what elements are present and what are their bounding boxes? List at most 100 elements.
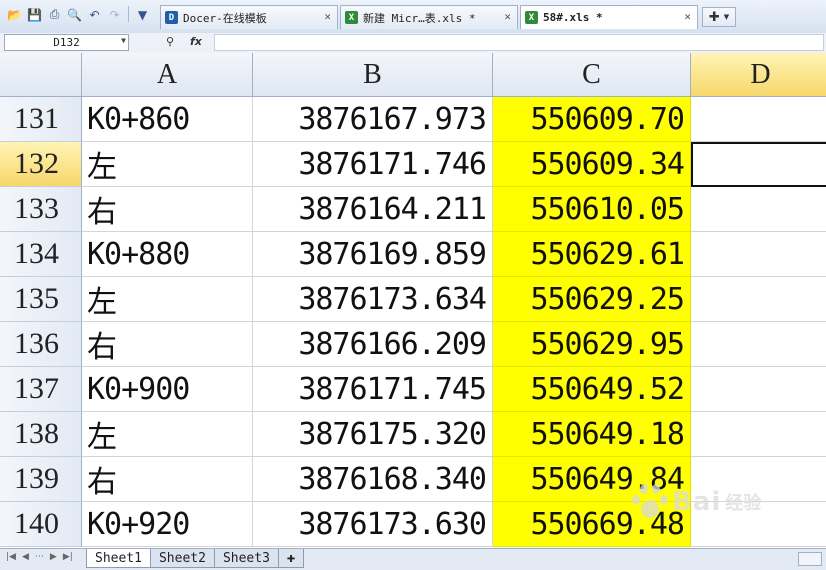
- cell-b135[interactable]: 3876173.634: [253, 277, 493, 322]
- close-icon[interactable]: ✕: [684, 10, 691, 23]
- docer-icon: D: [165, 11, 178, 24]
- cell-d139[interactable]: [691, 457, 826, 502]
- cell-d136[interactable]: [691, 322, 826, 367]
- cell-a138[interactable]: 左: [82, 412, 253, 457]
- cell-c137[interactable]: 550649.52: [493, 367, 691, 412]
- tab-label: Docer-在线模板: [183, 11, 267, 25]
- customize-dropdown-icon[interactable]: ▼: [134, 6, 151, 23]
- print-preview-icon[interactable]: 🔍: [66, 6, 83, 23]
- column-header-d[interactable]: D: [691, 53, 826, 97]
- document-tabs: D Docer-在线模板 ✕ X 新建 Micr…表.xls * ✕ X 58#…: [160, 5, 700, 29]
- cell-a133[interactable]: 右: [82, 187, 253, 232]
- tab-new-workbook[interactable]: X 新建 Micr…表.xls * ✕: [340, 5, 518, 29]
- chevron-down-icon: ▼: [723, 13, 730, 21]
- select-all-corner[interactable]: [0, 53, 82, 97]
- cell-d140[interactable]: [691, 502, 826, 547]
- cell-d132[interactable]: [691, 142, 826, 187]
- sheet-tabs: Sheet1 Sheet2 Sheet3 ✚: [86, 549, 305, 568]
- cell-c135[interactable]: 550629.25: [493, 277, 691, 322]
- cell-d137[interactable]: [691, 367, 826, 412]
- plus-icon: ✚: [286, 550, 296, 566]
- last-sheet-icon[interactable]: ▶|: [63, 552, 73, 562]
- cell-d138[interactable]: [691, 412, 826, 457]
- cell-a131[interactable]: K0+860: [82, 97, 253, 142]
- row-header-138[interactable]: 138: [0, 412, 82, 457]
- cell-b133[interactable]: 3876164.211: [253, 187, 493, 232]
- cell-d135[interactable]: [691, 277, 826, 322]
- row-header-131[interactable]: 131: [0, 97, 82, 142]
- cell-a134[interactable]: K0+880: [82, 232, 253, 277]
- formula-bar: D132 ▼ ⚲ fx: [0, 33, 826, 54]
- cell-b132[interactable]: 3876171.746: [253, 142, 493, 187]
- cell-c139[interactable]: 550649.84: [493, 457, 691, 502]
- horizontal-scrollbar[interactable]: [798, 552, 822, 566]
- cell-c133[interactable]: 550610.05: [493, 187, 691, 232]
- cell-c132[interactable]: 550609.34: [493, 142, 691, 187]
- cell-a136[interactable]: 右: [82, 322, 253, 367]
- row-header-137[interactable]: 137: [0, 367, 82, 412]
- row-header-132[interactable]: 132: [0, 142, 82, 187]
- add-sheet-button[interactable]: ✚: [277, 549, 305, 568]
- cell-a135[interactable]: 左: [82, 277, 253, 322]
- sheet-tab-sheet2[interactable]: Sheet2: [149, 549, 215, 568]
- row-header-135[interactable]: 135: [0, 277, 82, 322]
- next-sheet-icon[interactable]: ▶: [50, 552, 57, 562]
- save-icon[interactable]: 💾: [26, 6, 43, 23]
- cell-b137[interactable]: 3876171.745: [253, 367, 493, 412]
- close-icon[interactable]: ✕: [324, 10, 331, 23]
- chevron-down-icon[interactable]: ▼: [121, 36, 126, 45]
- name-box-value: D132: [53, 36, 80, 49]
- cell-a139[interactable]: 右: [82, 457, 253, 502]
- column-header-b[interactable]: B: [253, 53, 493, 97]
- cell-b131[interactable]: 3876167.973: [253, 97, 493, 142]
- print-icon[interactable]: ⎙: [46, 6, 63, 23]
- column-header-a[interactable]: A: [82, 53, 253, 97]
- cell-c138[interactable]: 550649.18: [493, 412, 691, 457]
- cell-b140[interactable]: 3876173.630: [253, 502, 493, 547]
- new-tab-button[interactable]: ✚ ▼: [702, 7, 736, 27]
- redo-icon[interactable]: ↷: [106, 6, 123, 23]
- zoom-icon[interactable]: ⚲: [166, 35, 174, 48]
- sheet-tab-sheet3[interactable]: Sheet3: [213, 549, 279, 568]
- tab-label: 新建 Micr…表.xls *: [363, 11, 476, 25]
- row-header-139[interactable]: 139: [0, 457, 82, 502]
- cell-c136[interactable]: 550629.95: [493, 322, 691, 367]
- row-header-140[interactable]: 140: [0, 502, 82, 547]
- cell-d134[interactable]: [691, 232, 826, 277]
- cell-a140[interactable]: K0+920: [82, 502, 253, 547]
- xls-icon: X: [525, 11, 538, 24]
- cell-a137[interactable]: K0+900: [82, 367, 253, 412]
- close-icon[interactable]: ✕: [504, 10, 511, 23]
- cell-b136[interactable]: 3876166.209: [253, 322, 493, 367]
- cell-d131[interactable]: [691, 97, 826, 142]
- sheet-tab-bar: |◀ ◀ ⋯ ▶ ▶| Sheet1 Sheet2 Sheet3 ✚: [0, 548, 826, 570]
- plus-icon: ✚: [708, 9, 720, 25]
- cell-a132[interactable]: 左: [82, 142, 253, 187]
- cell-c134[interactable]: 550629.61: [493, 232, 691, 277]
- tab-label: 58#.xls *: [543, 11, 603, 24]
- spreadsheet-grid: A B C D 131 K0+860 3876167.973 550609.70 132…: [0, 53, 826, 548]
- cell-c140[interactable]: 550669.48: [493, 502, 691, 547]
- sheet-tab-sheet1[interactable]: Sheet1: [86, 549, 151, 568]
- tab-docer[interactable]: D Docer-在线模板 ✕: [160, 5, 338, 29]
- prev-sheet-icon[interactable]: ◀: [22, 552, 29, 562]
- first-sheet-icon[interactable]: |◀: [6, 552, 16, 562]
- sheet-navigation: |◀ ◀ ⋯ ▶ ▶|: [6, 552, 73, 562]
- name-box[interactable]: D132 ▼: [4, 34, 129, 51]
- row-header-133[interactable]: 133: [0, 187, 82, 232]
- undo-icon[interactable]: ↶: [86, 6, 103, 23]
- more-sheets-icon[interactable]: ⋯: [35, 552, 44, 562]
- title-toolbar: 📂 💾 ⎙ 🔍 ↶ ↷ ▼ D Docer-在线模板 ✕ X 新建 Micr…表…: [0, 0, 826, 34]
- function-icon[interactable]: fx: [190, 35, 202, 48]
- row-header-136[interactable]: 136: [0, 322, 82, 367]
- row-header-134[interactable]: 134: [0, 232, 82, 277]
- formula-input[interactable]: [214, 34, 824, 51]
- tab-58-xls[interactable]: X 58#.xls * ✕: [520, 5, 698, 29]
- column-header-c[interactable]: C: [493, 53, 691, 97]
- cell-b134[interactable]: 3876169.859: [253, 232, 493, 277]
- cell-b139[interactable]: 3876168.340: [253, 457, 493, 502]
- cell-d133[interactable]: [691, 187, 826, 232]
- cell-c131[interactable]: 550609.70: [493, 97, 691, 142]
- open-folder-icon[interactable]: 📂: [6, 6, 23, 23]
- cell-b138[interactable]: 3876175.320: [253, 412, 493, 457]
